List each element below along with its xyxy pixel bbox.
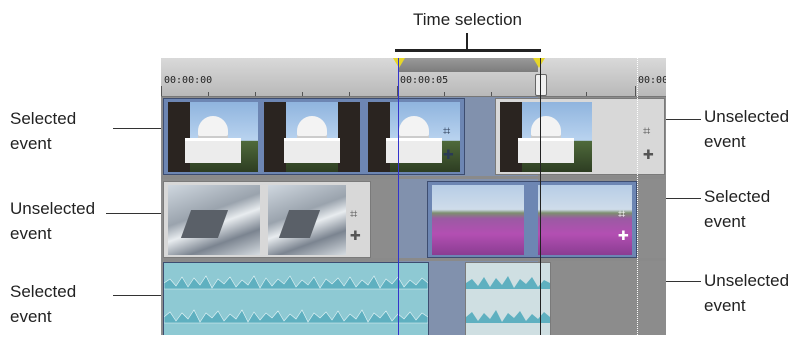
selection-end-flag-icon[interactable]: [533, 58, 545, 68]
selected-video-event-capitol[interactable]: ⌗ ✚: [163, 98, 465, 175]
event-fx-icon[interactable]: ✚: [618, 230, 629, 243]
callout-unselected-event-left: Unselected event: [10, 199, 96, 243]
leader-line: [113, 295, 163, 296]
ruler-label: 00:00:05: [400, 75, 449, 86]
leader-line: [113, 128, 163, 129]
marker-line: [637, 58, 638, 335]
event-fx-icon[interactable]: ✚: [350, 230, 361, 243]
ruler-tick: [491, 92, 492, 96]
time-selection-bracket: [395, 49, 541, 52]
callout-selected-event-right: Selected event: [704, 187, 771, 231]
unselected-video-event-capitol[interactable]: ⌗ ✚: [495, 98, 665, 175]
ruler-label: 00:00:00: [164, 75, 213, 86]
callout-selected-event-2: Selected event: [10, 282, 77, 326]
time-selection-label: Time selection: [413, 10, 522, 29]
unselected-video-event-mountain[interactable]: ⌗ ✚: [163, 181, 371, 258]
crop-icon[interactable]: ⌗: [350, 208, 357, 221]
selected-video-event-flowers[interactable]: ⌗ ✚: [427, 181, 637, 258]
ruler-tick: [444, 92, 445, 96]
callout-selected-event-1: Selected event: [10, 109, 77, 153]
thumbnail: [268, 185, 346, 255]
video-track-2[interactable]: ⌗ ✚ ⌗ ✚: [161, 179, 666, 258]
thumbnail: [500, 102, 592, 172]
ruler-tick: [161, 86, 162, 96]
callout-unselected-event-1: Unselected event: [704, 107, 790, 151]
crop-icon[interactable]: ⌗: [443, 125, 450, 138]
audio-track[interactable]: [161, 261, 666, 335]
event-fx-icon[interactable]: ✚: [443, 149, 454, 162]
playhead-handle[interactable]: [535, 74, 547, 96]
timeline[interactable]: 00:00:00 00:00:05 00:00 ⌗ ✚ ⌗ ✚ ⌗ ✚ ⌗ ✚: [161, 58, 666, 335]
ruler-tick: [635, 86, 636, 96]
selected-audio-event[interactable]: [163, 262, 429, 335]
selection-start-line: [398, 58, 399, 335]
unselected-audio-event[interactable]: [465, 262, 551, 335]
ruler-label: 00:00: [638, 75, 666, 86]
ruler-tick: [349, 92, 350, 96]
selection-start-flag-icon[interactable]: [393, 58, 405, 68]
playhead-line[interactable]: [540, 58, 541, 335]
audio-waveform: [164, 309, 428, 324]
callout-unselected-event-2: Unselected event: [704, 271, 790, 315]
video-track-1[interactable]: ⌗ ✚ ⌗ ✚: [161, 97, 666, 176]
leader-line: [106, 213, 163, 214]
audio-waveform: [466, 310, 550, 323]
event-fx-icon[interactable]: ✚: [643, 149, 654, 162]
crop-icon[interactable]: ⌗: [643, 125, 650, 138]
thumbnail: [168, 102, 258, 172]
crop-icon[interactable]: ⌗: [618, 208, 625, 221]
time-selection-bracket-stem: [466, 33, 468, 51]
thumbnail: [168, 185, 260, 255]
audio-waveform: [164, 275, 428, 290]
ruler-tick: [586, 92, 587, 96]
time-selection-bar[interactable]: [398, 58, 538, 72]
thumbnail: [264, 102, 360, 172]
audio-waveform: [466, 276, 550, 289]
ruler-tick: [208, 92, 209, 96]
ruler-tick: [302, 92, 303, 96]
ruler-tick: [255, 92, 256, 96]
time-ruler[interactable]: 00:00:00 00:00:05 00:00: [161, 58, 666, 97]
thumbnail: [432, 185, 524, 255]
